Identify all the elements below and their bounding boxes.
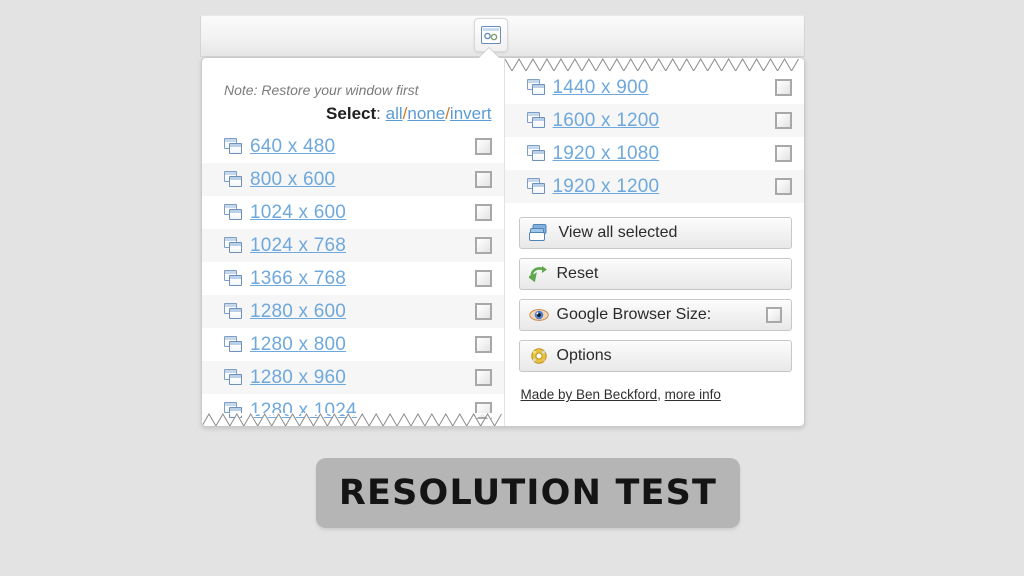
resolution-row[interactable]: 1024 x 768 — [202, 229, 504, 262]
select-colon: : — [376, 104, 381, 123]
right-panel-column: 1440 x 900 1600 x 1200 1920 x 1080 1920 x 1… — [504, 58, 805, 426]
select-label: Select — [326, 104, 377, 123]
resolution-checkbox[interactable] — [474, 336, 492, 353]
resolution-checkbox[interactable] — [474, 171, 492, 188]
resolution-row[interactable]: 640 x 480 — [202, 130, 504, 163]
resolution-checkbox[interactable] — [775, 178, 792, 195]
resolution-row[interactable]: 1600 x 1200 — [504, 104, 804, 137]
action-button-stack: View all selected Reset Google Browser Siz… — [505, 203, 805, 372]
google-browser-size-checkbox[interactable] — [766, 307, 782, 323]
resolution-link[interactable]: 1280 x 1024 — [250, 400, 357, 422]
footer-comma: , — [657, 387, 661, 402]
resolution-checkbox[interactable] — [474, 138, 492, 155]
reset-button[interactable]: Reset — [518, 258, 792, 290]
resolution-row[interactable]: 1280 x 800 — [202, 328, 504, 361]
resolution-checkbox[interactable] — [474, 204, 492, 221]
options-button[interactable]: Options — [518, 340, 792, 372]
resolution-checkbox[interactable] — [474, 237, 492, 254]
windows-stack-icon — [224, 204, 243, 221]
resolution-row[interactable]: 1280 x 1024 — [202, 394, 504, 426]
left-resolution-column: Note: Restore your window first Select: … — [202, 58, 505, 426]
windows-stack-icon — [224, 171, 243, 188]
eye-icon — [528, 307, 549, 323]
window-screenshot-icon — [481, 26, 501, 44]
select-invert-link[interactable]: invert — [450, 104, 492, 123]
resolution-row[interactable]: 1440 x 900 — [505, 71, 805, 104]
resolution-checkbox[interactable] — [775, 79, 792, 96]
resolution-link[interactable]: 1024 x 768 — [250, 235, 346, 257]
resolution-checkbox[interactable] — [474, 270, 492, 287]
restore-window-note: Note: Restore your window first — [224, 82, 419, 98]
resolution-row[interactable]: 1024 x 600 — [202, 196, 504, 229]
resolution-row[interactable]: 1366 x 768 — [202, 262, 504, 295]
resolution-checkbox[interactable] — [775, 112, 792, 129]
resolution-link[interactable]: 1440 x 900 — [553, 77, 649, 99]
more-info-link[interactable]: more info — [665, 387, 721, 402]
resolution-link[interactable]: 1024 x 600 — [250, 202, 346, 224]
action-button-label: Options — [556, 347, 612, 364]
right-resolution-list: 1440 x 900 1600 x 1200 1920 x 1080 1920 x 1… — [504, 58, 805, 203]
gear-palette-icon — [529, 347, 549, 365]
footer-credit: Made by Ben Beckford, more info — [505, 381, 805, 402]
windows-stack-icon — [224, 270, 243, 287]
resolution-row[interactable]: 800 x 600 — [202, 163, 504, 196]
extension-toolbar-button[interactable] — [474, 18, 508, 52]
view-all-selected-button[interactable]: View all selected — [518, 217, 792, 249]
action-button-label: Reset — [556, 265, 599, 282]
windows-stack-icon — [526, 112, 546, 129]
select-all-link[interactable]: all — [386, 104, 403, 123]
select-none-link[interactable]: none — [407, 104, 445, 123]
windows-stack-icon — [224, 303, 243, 320]
resolution-test-popup: Note: Restore your window first Select: … — [201, 57, 805, 427]
windows-stack-icon — [224, 402, 243, 419]
resolution-row[interactable]: 1280 x 960 — [202, 361, 504, 394]
windows-stack-icon — [526, 79, 546, 96]
resolution-row[interactable]: 1920 x 1080 — [505, 137, 805, 170]
windows-stack-icon — [526, 145, 546, 162]
resolution-checkbox[interactable] — [474, 369, 492, 386]
action-button-label: View all selected — [558, 224, 678, 241]
windows-stack-icon — [224, 369, 243, 386]
resolution-row[interactable]: 1920 x 1200 — [504, 170, 804, 203]
caption-pill: RESOLUTION TEST — [316, 458, 740, 528]
action-button-label: Google Browser Size: — [556, 306, 712, 323]
windows-stack-icon — [224, 138, 243, 155]
windows-stack-icon — [526, 178, 546, 195]
left-resolution-list: 640 x 480 800 x 600 1024 x 600 1024 x 768 13… — [202, 130, 504, 426]
select-row: Select: all/none/invert — [202, 102, 504, 130]
resolution-link[interactable]: 800 x 600 — [250, 169, 335, 191]
popup-pointer-arrow — [478, 48, 500, 59]
made-by-link[interactable]: Made by Ben Beckford — [521, 387, 658, 402]
resolution-row[interactable]: 1280 x 600 — [202, 295, 504, 328]
resolution-link[interactable]: 1366 x 768 — [250, 268, 346, 290]
resolution-checkbox[interactable] — [775, 145, 792, 162]
windows-stack-icon — [224, 336, 243, 353]
google-browser-size-button[interactable]: Google Browser Size: — [518, 299, 792, 331]
resolution-link[interactable]: 1920 x 1200 — [553, 176, 660, 198]
resolution-link[interactable]: 1280 x 800 — [250, 334, 346, 356]
caption-text: RESOLUTION TEST — [338, 473, 718, 513]
windows-stack-icon — [224, 237, 243, 254]
resolution-checkbox[interactable] — [474, 303, 492, 320]
resolution-link[interactable]: 1920 x 1080 — [553, 143, 660, 165]
windows-stack-icon — [528, 224, 551, 242]
resolution-link[interactable]: 640 x 480 — [250, 136, 335, 158]
green-reset-arrow-icon — [528, 265, 549, 283]
resolution-link[interactable]: 1600 x 1200 — [553, 110, 660, 132]
resolution-link[interactable]: 1280 x 960 — [250, 367, 346, 389]
resolution-link[interactable]: 1280 x 600 — [250, 301, 346, 323]
resolution-checkbox[interactable] — [474, 402, 492, 419]
